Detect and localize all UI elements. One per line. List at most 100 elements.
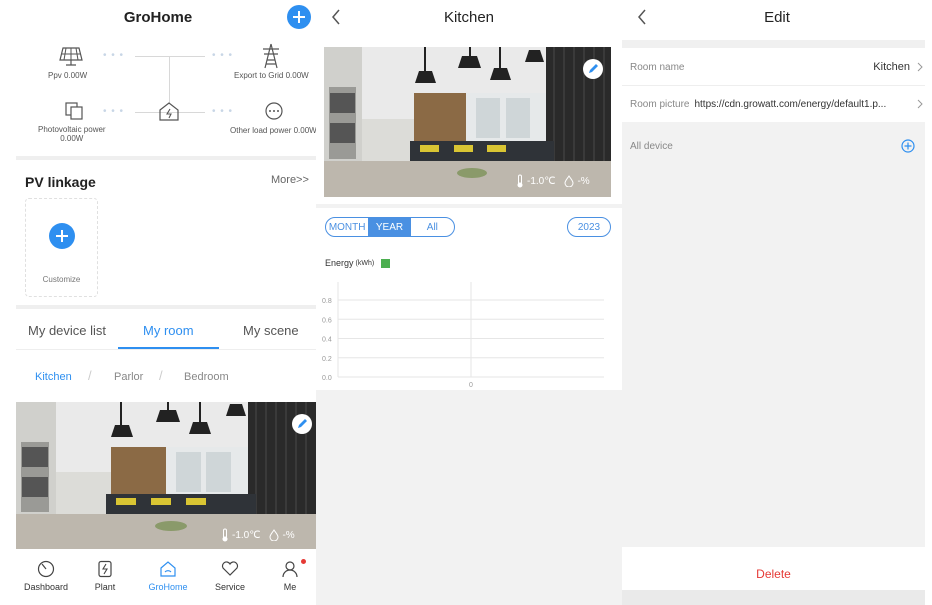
nav-plant[interactable]: Plant <box>75 560 135 592</box>
device-section <box>622 122 925 547</box>
tab-my-room[interactable]: My room <box>143 323 194 338</box>
page-title: Kitchen <box>443 9 495 26</box>
pv-power-label: Photovoltaic power <box>38 125 106 134</box>
edit-room-button[interactable] <box>292 414 312 434</box>
delete-button[interactable]: Delete <box>622 557 925 590</box>
plant-icon <box>98 560 112 578</box>
nav-label: Dashboard <box>23 582 69 592</box>
grid-tower-icon <box>263 43 279 69</box>
all-device-row: All device <box>622 128 925 164</box>
page-title: Edit <box>764 9 790 26</box>
temperature-value: -1.0℃ <box>527 175 556 187</box>
room-name-row[interactable]: Room name Kitchen <box>622 49 932 85</box>
humidity-icon <box>564 175 574 187</box>
customize-card[interactable]: Customize <box>25 198 98 297</box>
nav-label: Plant <box>94 582 116 592</box>
room-bedroom[interactable]: Bedroom <box>184 371 229 383</box>
legend-label: Energy <box>325 258 354 268</box>
chevron-right-icon <box>917 99 923 109</box>
other-load-label: Other load power 0.00W <box>230 126 316 135</box>
nav-label: GroHome <box>148 582 188 592</box>
humidity-icon <box>269 529 279 541</box>
plus-icon <box>293 11 305 23</box>
year-selector[interactable]: 2023 <box>567 217 611 237</box>
page-title: GroHome <box>123 9 193 26</box>
room-name-value: Kitchen <box>873 61 910 73</box>
nav-grohome[interactable]: GroHome <box>138 560 198 592</box>
add-device-icon[interactable] <box>901 139 915 153</box>
room-parlor[interactable]: Parlor <box>114 371 143 383</box>
room-image-card[interactable]: -1.0℃ -% <box>324 47 611 197</box>
add-button[interactable] <box>287 5 311 29</box>
period-year[interactable]: YEAR <box>368 218 411 236</box>
room-kitchen[interactable]: Kitchen <box>35 371 72 383</box>
kitchen-photo <box>16 402 316 549</box>
more-link[interactable]: More>> <box>271 174 309 186</box>
flow-line <box>135 56 205 57</box>
tab-my-scene[interactable]: My scene <box>243 323 299 338</box>
grohome-icon <box>160 561 176 577</box>
service-icon <box>221 561 239 576</box>
customize-label: Customize <box>42 275 81 284</box>
y-tick-label: 0.6 <box>322 317 332 324</box>
temperature-value: -1.0℃ <box>232 529 261 541</box>
flow-dots: • • • <box>103 106 125 117</box>
export-grid-label: Export to Grid 0.00W <box>234 71 309 80</box>
nav-me[interactable]: Me <box>260 560 316 592</box>
pv-power-value: 0.00W <box>60 134 84 143</box>
edit-room-panel: Edit Room name Kitchen Room picture http… <box>622 0 932 605</box>
flow-dots: • • • <box>103 50 125 61</box>
home-icon <box>159 102 179 121</box>
y-tick-label: 0.2 <box>322 356 332 363</box>
room-detail-panel: Kitchen -1.0℃ -% MONTH YEAR All 2023 Ene… <box>316 0 622 605</box>
y-tick-label: 0.4 <box>322 337 332 344</box>
plus-icon <box>56 230 68 242</box>
flow-dots: • • • <box>212 50 234 61</box>
energy-chart: 0.8 0.6 0.4 0.2 0.0 0 <box>322 282 604 389</box>
pencil-icon <box>589 64 598 73</box>
period-month[interactable]: MONTH <box>326 218 368 236</box>
divider <box>16 349 316 350</box>
chart-legend: Energy (kWh) <box>325 258 391 268</box>
thermometer-icon <box>517 174 523 188</box>
add-linkage-button[interactable] <box>49 223 75 249</box>
pv-linkage-title: PV linkage <box>25 174 96 190</box>
pencil-icon <box>298 419 307 428</box>
period-selector: MONTH YEAR All <box>325 217 455 237</box>
period-all[interactable]: All <box>411 218 454 236</box>
more-load-icon <box>265 102 283 120</box>
inverter-icon <box>65 102 83 120</box>
thermometer-icon <box>222 528 228 542</box>
edit-room-button[interactable] <box>583 59 603 79</box>
x-tick-label: 0 <box>469 382 473 389</box>
separator: / <box>159 368 163 383</box>
room-name-label: Room name <box>630 61 685 73</box>
solar-panel-icon <box>59 47 83 66</box>
humidity-value: -% <box>577 175 590 187</box>
room-picture-value: https://cdn.growatt.com/energy/default1.… <box>694 98 887 110</box>
dashboard-icon <box>37 560 55 578</box>
y-tick-label: 0.0 <box>322 375 332 382</box>
nav-service[interactable]: Service <box>200 560 260 592</box>
tab-my-device-list[interactable]: My device list <box>28 323 106 338</box>
year-value: 2023 <box>577 221 601 233</box>
room-picture-label: Room picture <box>630 98 690 110</box>
me-icon <box>282 561 298 578</box>
nav-label: Me <box>283 582 297 592</box>
flow-vline <box>169 56 170 104</box>
grohome-panel: GroHome Ppv 0.00W • • • • • • Export to … <box>0 0 316 605</box>
y-tick-label: 0.8 <box>322 298 332 305</box>
divider <box>622 40 925 48</box>
humidity-value: -% <box>282 529 295 541</box>
ppv-label: Ppv 0.00W <box>48 71 88 80</box>
nav-dashboard[interactable]: Dashboard <box>16 560 76 592</box>
chevron-right-icon <box>917 62 923 72</box>
all-device-label: All device <box>630 140 673 152</box>
legend-unit: (kWh) <box>355 259 375 267</box>
room-image-card[interactable]: -1.0℃ -% <box>16 402 316 549</box>
legend-swatch <box>381 258 391 268</box>
room-picture-row[interactable]: Room picture https://cdn.growatt.com/ene… <box>622 86 932 122</box>
nav-label: Service <box>214 582 245 592</box>
divider <box>16 156 316 160</box>
divider <box>16 305 316 309</box>
